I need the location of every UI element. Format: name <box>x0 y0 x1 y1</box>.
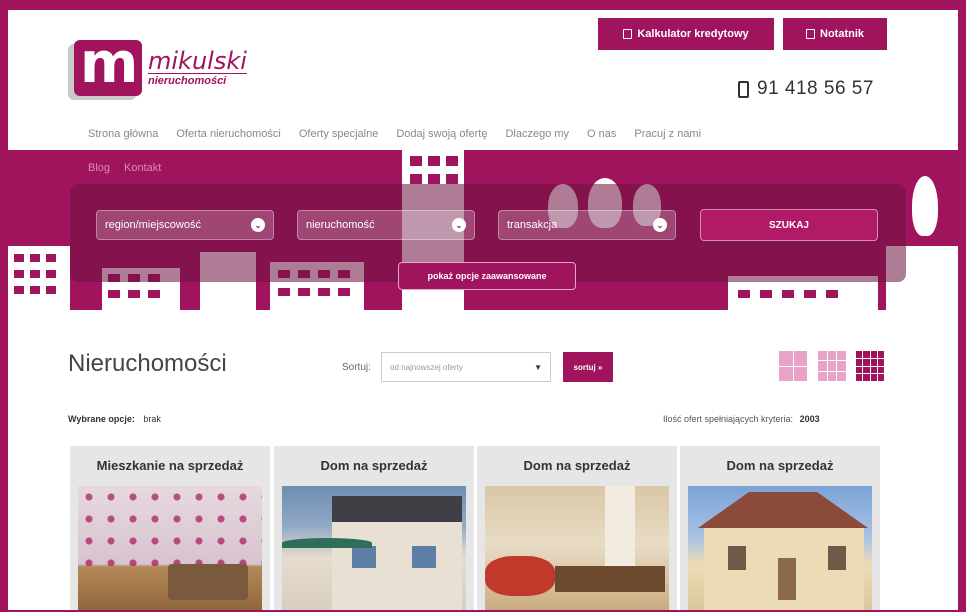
sort-label: Sortuj: <box>342 362 371 373</box>
page-title: Nieruchomości <box>68 350 227 377</box>
listing-card[interactable]: Dom na sprzedaż <box>274 446 474 610</box>
transaction-select[interactable]: transakcja ⌄ <box>498 210 676 240</box>
region-select-label: region/miejscowość <box>105 219 201 231</box>
listing-card-title[interactable]: Mieszkanie na sprzedaż <box>70 446 270 484</box>
search-button[interactable]: SZUKAJ <box>700 209 878 241</box>
nav-item-contact[interactable]: Kontakt <box>124 162 161 174</box>
results-count: Ilość ofert spełniających kryteria: 2003 <box>663 414 820 424</box>
nav-item-home[interactable]: Strona główna <box>88 128 158 140</box>
loan-calculator-button[interactable]: Kalkulator kredytowy <box>598 18 774 50</box>
nav-item-careers[interactable]: Pracuj z nami <box>634 128 701 140</box>
transaction-select-label: transakcja <box>507 219 558 231</box>
listing-photo[interactable] <box>282 486 466 610</box>
property-type-select-label: nieruchomość <box>306 219 375 231</box>
advanced-options-button[interactable]: pokaż opcje zaawansowane <box>398 262 576 290</box>
nav-item-add-offer[interactable]: Dodaj swoją ofertę <box>396 128 487 140</box>
nav-item-special-offers[interactable]: Oferty specjalne <box>299 128 378 140</box>
phone-number[interactable]: 91 418 56 57 <box>738 78 874 100</box>
results-count-value: 2003 <box>799 414 820 424</box>
page-frame: m mikulski nieruchomości Kalkulator kred… <box>8 10 958 610</box>
listing-photo[interactable] <box>688 486 872 610</box>
phone-icon <box>738 80 749 98</box>
calculator-icon <box>623 29 633 39</box>
selected-options-value: brak <box>143 414 161 424</box>
logo-name: mikulski <box>148 47 247 75</box>
caret-down-icon: ▼ <box>534 362 542 372</box>
phone-number-text: 91 418 56 57 <box>757 78 874 99</box>
listing-card[interactable]: Dom na sprzedaż <box>477 446 677 610</box>
logo-subtitle: nieruchomości <box>148 73 247 87</box>
nav-item-blog[interactable]: Blog <box>88 162 110 174</box>
skyline-tree <box>912 176 938 236</box>
selected-options-label: Wybrane opcje: <box>68 414 135 424</box>
grid-2-view-icon[interactable] <box>779 351 807 381</box>
nav-item-why-us[interactable]: Dlaczego my <box>505 128 569 140</box>
notes-button[interactable]: Notatnik <box>783 18 887 50</box>
nav-item-about[interactable]: O nas <box>587 128 616 140</box>
listing-card[interactable]: Dom na sprzedaż <box>680 446 880 610</box>
chevron-down-icon: ⌄ <box>452 218 466 232</box>
listing-card-title[interactable]: Dom na sprzedaż <box>477 446 677 484</box>
listing-card-title[interactable]: Dom na sprzedaż <box>680 446 880 484</box>
chevron-down-icon: ⌄ <box>653 218 667 232</box>
sort-select-value: od najnowszej oferty <box>390 362 463 372</box>
main-nav: Strona główna Oferta nieruchomości Ofert… <box>88 128 701 140</box>
region-select[interactable]: region/miejscowość ⌄ <box>96 210 274 240</box>
grid-3-view-icon[interactable] <box>818 351 846 381</box>
nav-item-offers[interactable]: Oferta nieruchomości <box>176 128 281 140</box>
chevron-down-icon: ⌄ <box>251 218 265 232</box>
loan-calculator-label: Kalkulator kredytowy <box>637 28 749 40</box>
listing-card[interactable]: Mieszkanie na sprzedaż <box>70 446 270 610</box>
logo[interactable]: m mikulski nieruchomości <box>74 36 247 96</box>
logo-mark-icon: m <box>74 36 142 96</box>
selected-options: Wybrane opcje: brak <box>68 414 161 424</box>
grid-4-view-icon[interactable] <box>856 351 884 381</box>
notebook-icon <box>806 29 815 39</box>
sort-select[interactable]: od najnowszej oferty ▼ <box>381 352 551 382</box>
sort-button[interactable]: sortuj » <box>563 352 613 382</box>
listing-photo[interactable] <box>485 486 669 610</box>
listing-photo[interactable] <box>78 486 262 610</box>
notes-label: Notatnik <box>820 28 864 40</box>
property-type-select[interactable]: nieruchomość ⌄ <box>297 210 475 240</box>
results-count-label: Ilość ofert spełniających kryteria: <box>663 414 794 424</box>
listing-card-title[interactable]: Dom na sprzedaż <box>274 446 474 484</box>
secondary-nav: Blog Kontakt <box>88 162 161 174</box>
